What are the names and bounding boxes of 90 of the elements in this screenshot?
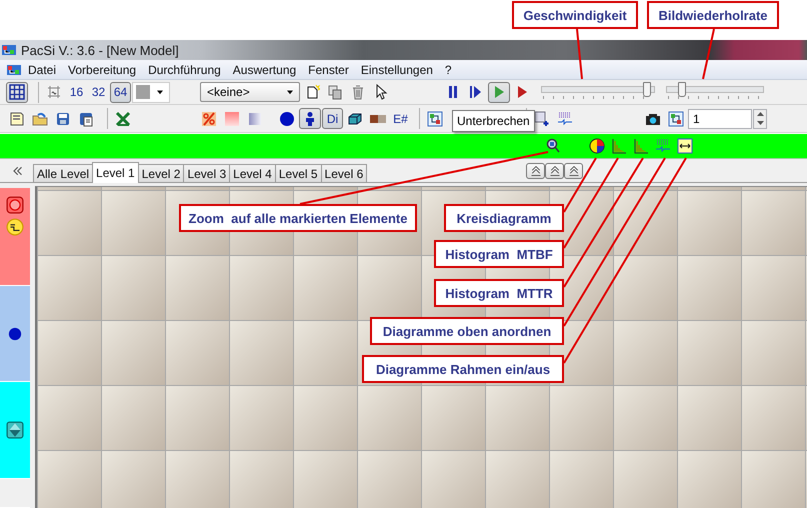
tooltip: Unterbrechen: [452, 110, 535, 132]
fill-icon: [224, 110, 240, 126]
callout-label: Geschwindigkeit: [512, 1, 638, 29]
menu-item[interactable]: Auswertung: [226, 62, 302, 76]
network-icon: [668, 110, 684, 126]
collapse-icon: [10, 165, 22, 177]
up-icon: [548, 164, 561, 176]
toolbar-button[interactable]: E#: [390, 108, 411, 129]
level-up-button[interactable]: [526, 162, 546, 178]
cube-icon: [347, 110, 363, 126]
menu-item[interactable]: Vorbereitung: [62, 62, 142, 76]
down-arrow-icon: [756, 121, 764, 125]
copy-icon: [327, 84, 343, 100]
tab[interactable]: Level 3: [183, 164, 230, 182]
machine-tool[interactable]: [6, 196, 24, 214]
ball-tool[interactable]: [8, 326, 22, 341]
machine-icon: [6, 196, 24, 214]
new-file-icon: [9, 110, 25, 126]
menu-item[interactable]: Fenster: [302, 62, 355, 76]
histogram-icon: [611, 138, 627, 154]
network-grid-button[interactable]: [655, 137, 671, 155]
histogram-button[interactable]: [633, 137, 649, 155]
grid-icon: [9, 84, 25, 100]
level-up-button[interactable]: [564, 162, 584, 178]
percent-icon: [201, 110, 217, 126]
callout-label: Zoom auf alle markierten Elemente: [179, 204, 417, 232]
level-dropdown[interactable]: <keine>: [200, 82, 300, 102]
tab[interactable]: Level 5: [274, 164, 322, 182]
pie-button[interactable]: [589, 137, 605, 155]
menu-item[interactable]: Datei: [22, 62, 62, 76]
person-button[interactable]: [299, 108, 321, 129]
histogram-icon: [633, 138, 649, 154]
slider-thumb[interactable]: [642, 82, 651, 97]
menu-item[interactable]: Durchführung: [142, 62, 227, 76]
menu-item[interactable]: ?: [438, 62, 458, 76]
diamond-tool[interactable]: [6, 421, 24, 440]
frame-icon: [677, 138, 693, 154]
tab[interactable]: Level 4: [229, 164, 276, 182]
network-grid-icon: [557, 110, 573, 126]
color-dropdown[interactable]: [132, 82, 170, 102]
repair-icon: [6, 218, 24, 236]
leader-line: [576, 28, 583, 80]
gradient-icon: [247, 110, 263, 126]
network-icon: [427, 110, 443, 126]
tab[interactable]: Level 6: [320, 164, 368, 182]
up-arrow-icon: [756, 112, 764, 116]
trash-icon: [350, 84, 366, 100]
ball-icon: [8, 326, 22, 341]
app-icon: [1, 42, 17, 58]
grid-button[interactable]: [6, 82, 28, 102]
diamond-icon: [6, 421, 24, 440]
spinner-button[interactable]: [753, 108, 767, 128]
tab[interactable]: Level 2: [138, 164, 184, 182]
ball-icon: [279, 110, 295, 126]
callout-label: Diagramme Rahmen ein/aus: [362, 355, 564, 383]
toolbar-button[interactable]: 32: [88, 82, 109, 102]
menu-item[interactable]: Einstellungen: [354, 62, 439, 76]
number-field[interactable]: 1: [688, 108, 752, 128]
repair-tool[interactable]: [6, 218, 24, 236]
save-icon: [55, 110, 71, 126]
tab[interactable]: Level 1: [92, 162, 139, 183]
excel-icon: [115, 110, 131, 126]
collapse-button[interactable]: [10, 165, 22, 177]
chart-add-icon: [534, 110, 550, 126]
open-icon: [32, 110, 48, 126]
toolbar-button[interactable]: 16: [66, 82, 87, 102]
callout-label: Kreisdiagramm: [444, 204, 564, 232]
level-up-button[interactable]: [545, 162, 564, 178]
callout-label: Histogram MTBF: [434, 240, 564, 268]
tab[interactable]: Alle Level: [33, 164, 94, 182]
up-icon: [530, 164, 542, 176]
play-button[interactable]: [488, 82, 510, 102]
callout-label: Histogram MTTR: [434, 279, 564, 307]
zoom-icon: [545, 138, 561, 154]
frame-button[interactable]: [677, 137, 693, 155]
leader-line: [702, 28, 715, 80]
canvas-grid[interactable]: [35, 186, 807, 508]
toolbar-button[interactable]: Di: [322, 108, 343, 129]
zoom-button[interactable]: [545, 137, 561, 155]
window-title: PacSi V.: 3.6 - [New Model]: [21, 42, 179, 58]
histogram-button[interactable]: [611, 137, 627, 155]
small-grid-icon: [46, 84, 62, 100]
slider-thumb[interactable]: [678, 82, 686, 97]
pie-icon: [589, 138, 605, 154]
callout-label: Bildwiederholrate: [647, 1, 779, 29]
toolbar-button[interactable]: 64: [110, 82, 131, 102]
callout-label: Diagramme oben anordnen: [370, 317, 564, 345]
network-grid-icon: [655, 138, 671, 154]
up-icon: [568, 164, 580, 176]
save-as-icon: [78, 110, 94, 126]
